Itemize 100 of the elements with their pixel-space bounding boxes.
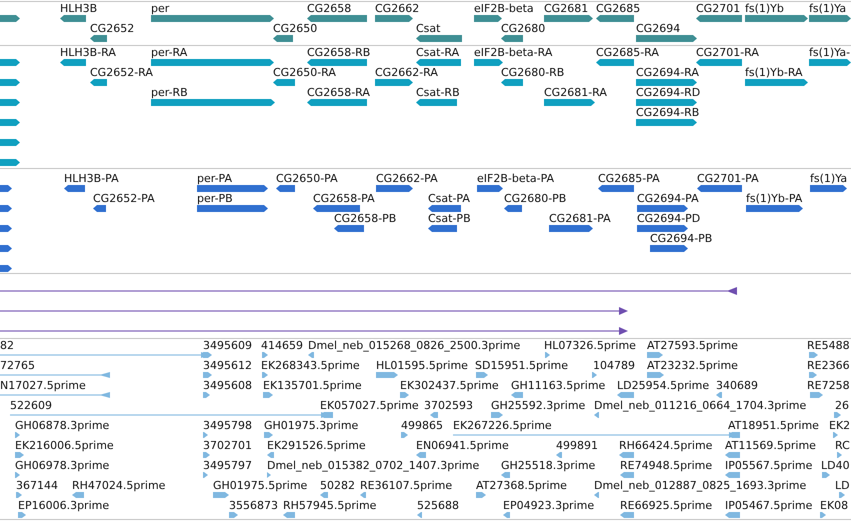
feature-label: AT23232.5prime: [647, 359, 738, 372]
feature-label: EK135701.5prime: [263, 379, 362, 392]
feature-label: GH01975.5prime: [213, 479, 308, 492]
feature-label: HL07326.5prime: [544, 339, 636, 352]
feature-label: CG2701-RA: [696, 46, 759, 59]
feature-label: CG2658-PB: [334, 212, 396, 225]
feature-label: per: [151, 2, 170, 15]
feature-label: 499891: [556, 439, 598, 452]
feature-label: RE5488: [807, 339, 850, 352]
feature-label: Dmel_neb_011216_0664_1704.3prime: [594, 399, 806, 412]
feature-label: CG2662-RA: [375, 66, 438, 79]
feature-label: EK216006.5prime: [15, 439, 114, 452]
feature-label: AT27593.5prime: [647, 339, 738, 352]
feature-label: per-PB: [197, 192, 233, 205]
feature-label: RH47024.5prime: [72, 479, 166, 492]
feature-label: eIF2B-beta: [474, 2, 534, 15]
feature-label: LD: [835, 479, 850, 492]
feature-label: IP05567.5prime: [725, 459, 812, 472]
feature-label: fs(1)Yb-RA: [745, 66, 803, 79]
feature-label: RE7258: [807, 379, 850, 392]
feature-label: GH25592.3prime: [491, 399, 586, 412]
feature-label: per-RA: [151, 46, 188, 59]
feature-label: CG2694-PA: [637, 192, 699, 205]
feature-label: CG2694: [636, 22, 680, 35]
feature-label: LD40: [821, 459, 850, 472]
feature-label: 104789: [593, 359, 635, 372]
feature-label: Csat-PB: [428, 212, 471, 225]
feature-label: fs(1)Yb: [745, 2, 784, 15]
feature-label: 3495798: [203, 419, 252, 432]
feature-label: EK291526.5prime: [267, 439, 366, 452]
feature-label: CG2685-PA: [598, 172, 660, 185]
feature-label: RH57945.5prime: [283, 499, 376, 512]
feature-label: 499865: [401, 419, 443, 432]
feature-label: 3495612: [203, 359, 252, 372]
feature-label: IP05467.5prime: [725, 499, 812, 512]
feature-label: Dmel_neb_015382_0702_1407.3prime: [267, 459, 480, 472]
feature-label: RE74948.5prime: [620, 459, 712, 472]
feature-label: CG2685: [596, 2, 640, 15]
feature-label: CG2650: [273, 22, 318, 35]
feature-label: EN06941.5prime: [416, 439, 509, 452]
feature-label: eIF2B-beta-RA: [474, 46, 552, 59]
feature-label: CG2701: [696, 2, 740, 15]
feature-label: 525688: [417, 499, 459, 512]
feature-label: HL01595.5prime: [376, 359, 468, 372]
feature-label: CG2680: [501, 22, 546, 35]
feature-label: 3495609: [203, 339, 252, 352]
feature-label: CG2685-RA: [596, 46, 659, 59]
feature-label: SD15951.5prime: [475, 359, 568, 372]
feature-label: EK268343.5prime: [261, 359, 360, 372]
feature-label: CG2681-RA: [544, 86, 607, 99]
feature-label: CG2650-PA: [276, 172, 338, 185]
feature-label: CG2658-RB: [307, 46, 370, 59]
feature-label: fs(1)Ya-: [809, 46, 850, 59]
feature-label: RE66925.5prime: [620, 499, 712, 512]
feature-label: 26: [835, 399, 849, 412]
feature-label: EK057027.5prime: [320, 399, 419, 412]
feature-label: CG2658-RA: [307, 86, 370, 99]
feature-label: 522609: [10, 399, 52, 412]
feature-label: per-RB: [151, 86, 188, 99]
feature-label: EP16006.3prime: [18, 499, 110, 512]
feature-label: Csat-RB: [416, 86, 460, 99]
feature-label: 367144: [16, 479, 58, 492]
feature-label: 3702701: [203, 439, 252, 452]
feature-label: 3702593: [424, 399, 473, 412]
feature-label: GH06978.3prime: [15, 459, 110, 472]
feature-label: Csat-RA: [416, 46, 460, 59]
feature-label: RH66424.5prime: [619, 439, 712, 452]
feature-label: CG2652: [90, 22, 134, 35]
feature-label: CG2694-RD: [636, 86, 700, 99]
feature-label: CG2658: [307, 2, 352, 15]
feature-label: GH25518.3prime: [501, 459, 596, 472]
feature-label: Dmel_neb_015268_0826_2500.3prime: [308, 339, 520, 352]
feature-label: GH11163.5prime: [511, 379, 606, 392]
feature-label: CG2701-PA: [697, 172, 759, 185]
feature-label: CG2650-RA: [273, 66, 336, 79]
feature-label: CG2694-RA: [636, 66, 699, 79]
feature-label: CG2694-PB: [650, 232, 712, 245]
feature-label: CG2694-RB: [636, 106, 700, 119]
feature-label: N17027.5prime: [0, 379, 86, 392]
feature-label: CG2658-PA: [313, 192, 375, 205]
feature-label: CG2680-PB: [504, 192, 566, 205]
feature-label: per-PA: [197, 172, 232, 185]
feature-label: RE2366: [807, 359, 850, 372]
feature-label: eIF2B-beta-PA: [477, 172, 554, 185]
feature-label: 414659: [261, 339, 303, 352]
feature-label: 3495797: [203, 459, 252, 472]
feature-label: HLH3B-RA: [60, 46, 116, 59]
feature-label: EK2: [829, 419, 850, 432]
feature-label: EK08: [820, 499, 848, 512]
feature-label: CG2694-PD: [637, 212, 700, 225]
feature-label: 3556873: [229, 499, 278, 512]
feature-label: 3495608: [203, 379, 252, 392]
feature-label: 340689: [716, 379, 758, 392]
feature-label: 50282: [320, 479, 355, 492]
feature-label: fs(1)Ya: [809, 2, 846, 15]
feature-label: CG2652-RA: [90, 66, 153, 79]
feature-label: EP04923.3prime: [503, 499, 594, 512]
feature-label: HLH3B: [60, 2, 98, 15]
feature-label: CG2681: [544, 2, 588, 15]
feature-label: AT11569.5prime: [725, 439, 816, 452]
